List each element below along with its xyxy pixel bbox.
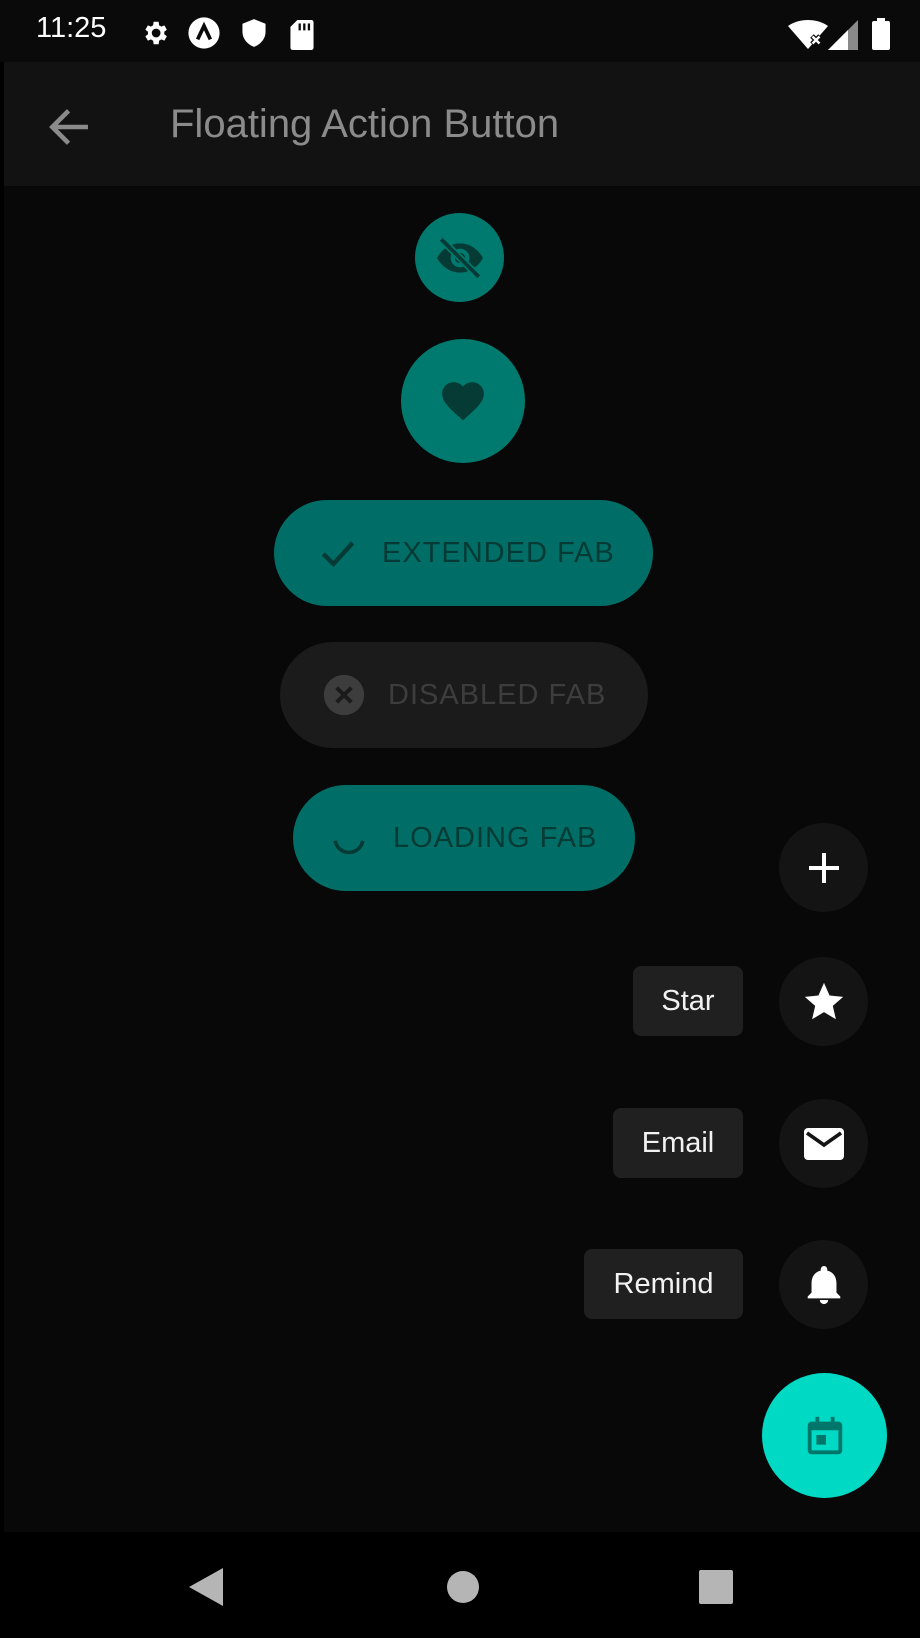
gear-icon [145, 21, 167, 45]
cancel-icon [322, 673, 366, 717]
star-icon [804, 982, 843, 1019]
extended-fab-label: EXTENDED FAB [382, 536, 615, 569]
speed-dial-star-button[interactable] [779, 957, 868, 1046]
speed-dial-main-fab[interactable] [762, 1373, 887, 1498]
eye-off-icon [436, 236, 483, 279]
system-nav-bar [0, 1532, 920, 1638]
status-time: 11:25 [36, 12, 107, 44]
extended-fab[interactable]: EXTENDED FAB [274, 500, 653, 606]
back-triangle-icon[interactable] [189, 1568, 223, 1606]
a-circle-icon [188, 17, 220, 49]
cell-signal-icon [828, 20, 858, 50]
plus-icon [808, 852, 839, 883]
speed-dial-add-button[interactable] [779, 823, 868, 912]
mail-icon [803, 1127, 844, 1160]
speed-dial-label-remind[interactable]: Remind [584, 1249, 743, 1319]
shield-icon [242, 19, 266, 47]
speed-dial-email-button[interactable] [779, 1099, 868, 1188]
calendar-icon [807, 1416, 842, 1454]
app-bar: Floating Action Button [4, 62, 920, 186]
recents-square-icon[interactable] [699, 1570, 733, 1604]
regular-fab[interactable] [401, 339, 525, 463]
wifi-off-icon [788, 20, 828, 49]
status-bar: 11:25 [0, 0, 920, 62]
heart-icon [442, 382, 484, 421]
page-title: Floating Action Button [170, 102, 560, 146]
loading-fab-label: LOADING FAB [393, 821, 598, 854]
sd-card-icon [290, 20, 314, 50]
bell-icon [807, 1265, 840, 1304]
speed-dial-label-email[interactable]: Email [613, 1108, 743, 1178]
home-circle-icon[interactable] [446, 1570, 480, 1604]
disabled-fab-label: DISABLED FAB [388, 678, 607, 711]
check-icon [316, 531, 360, 575]
small-fab[interactable] [415, 213, 504, 302]
speed-dial-remind-button[interactable] [779, 1240, 868, 1329]
loading-fab[interactable]: LOADING FAB [293, 785, 635, 891]
battery-icon [872, 18, 890, 50]
disabled-fab: DISABLED FAB [280, 642, 648, 748]
speed-dial-label-star[interactable]: Star [633, 966, 743, 1036]
arrow-left-icon[interactable] [44, 102, 94, 152]
spinner-icon [327, 816, 371, 860]
